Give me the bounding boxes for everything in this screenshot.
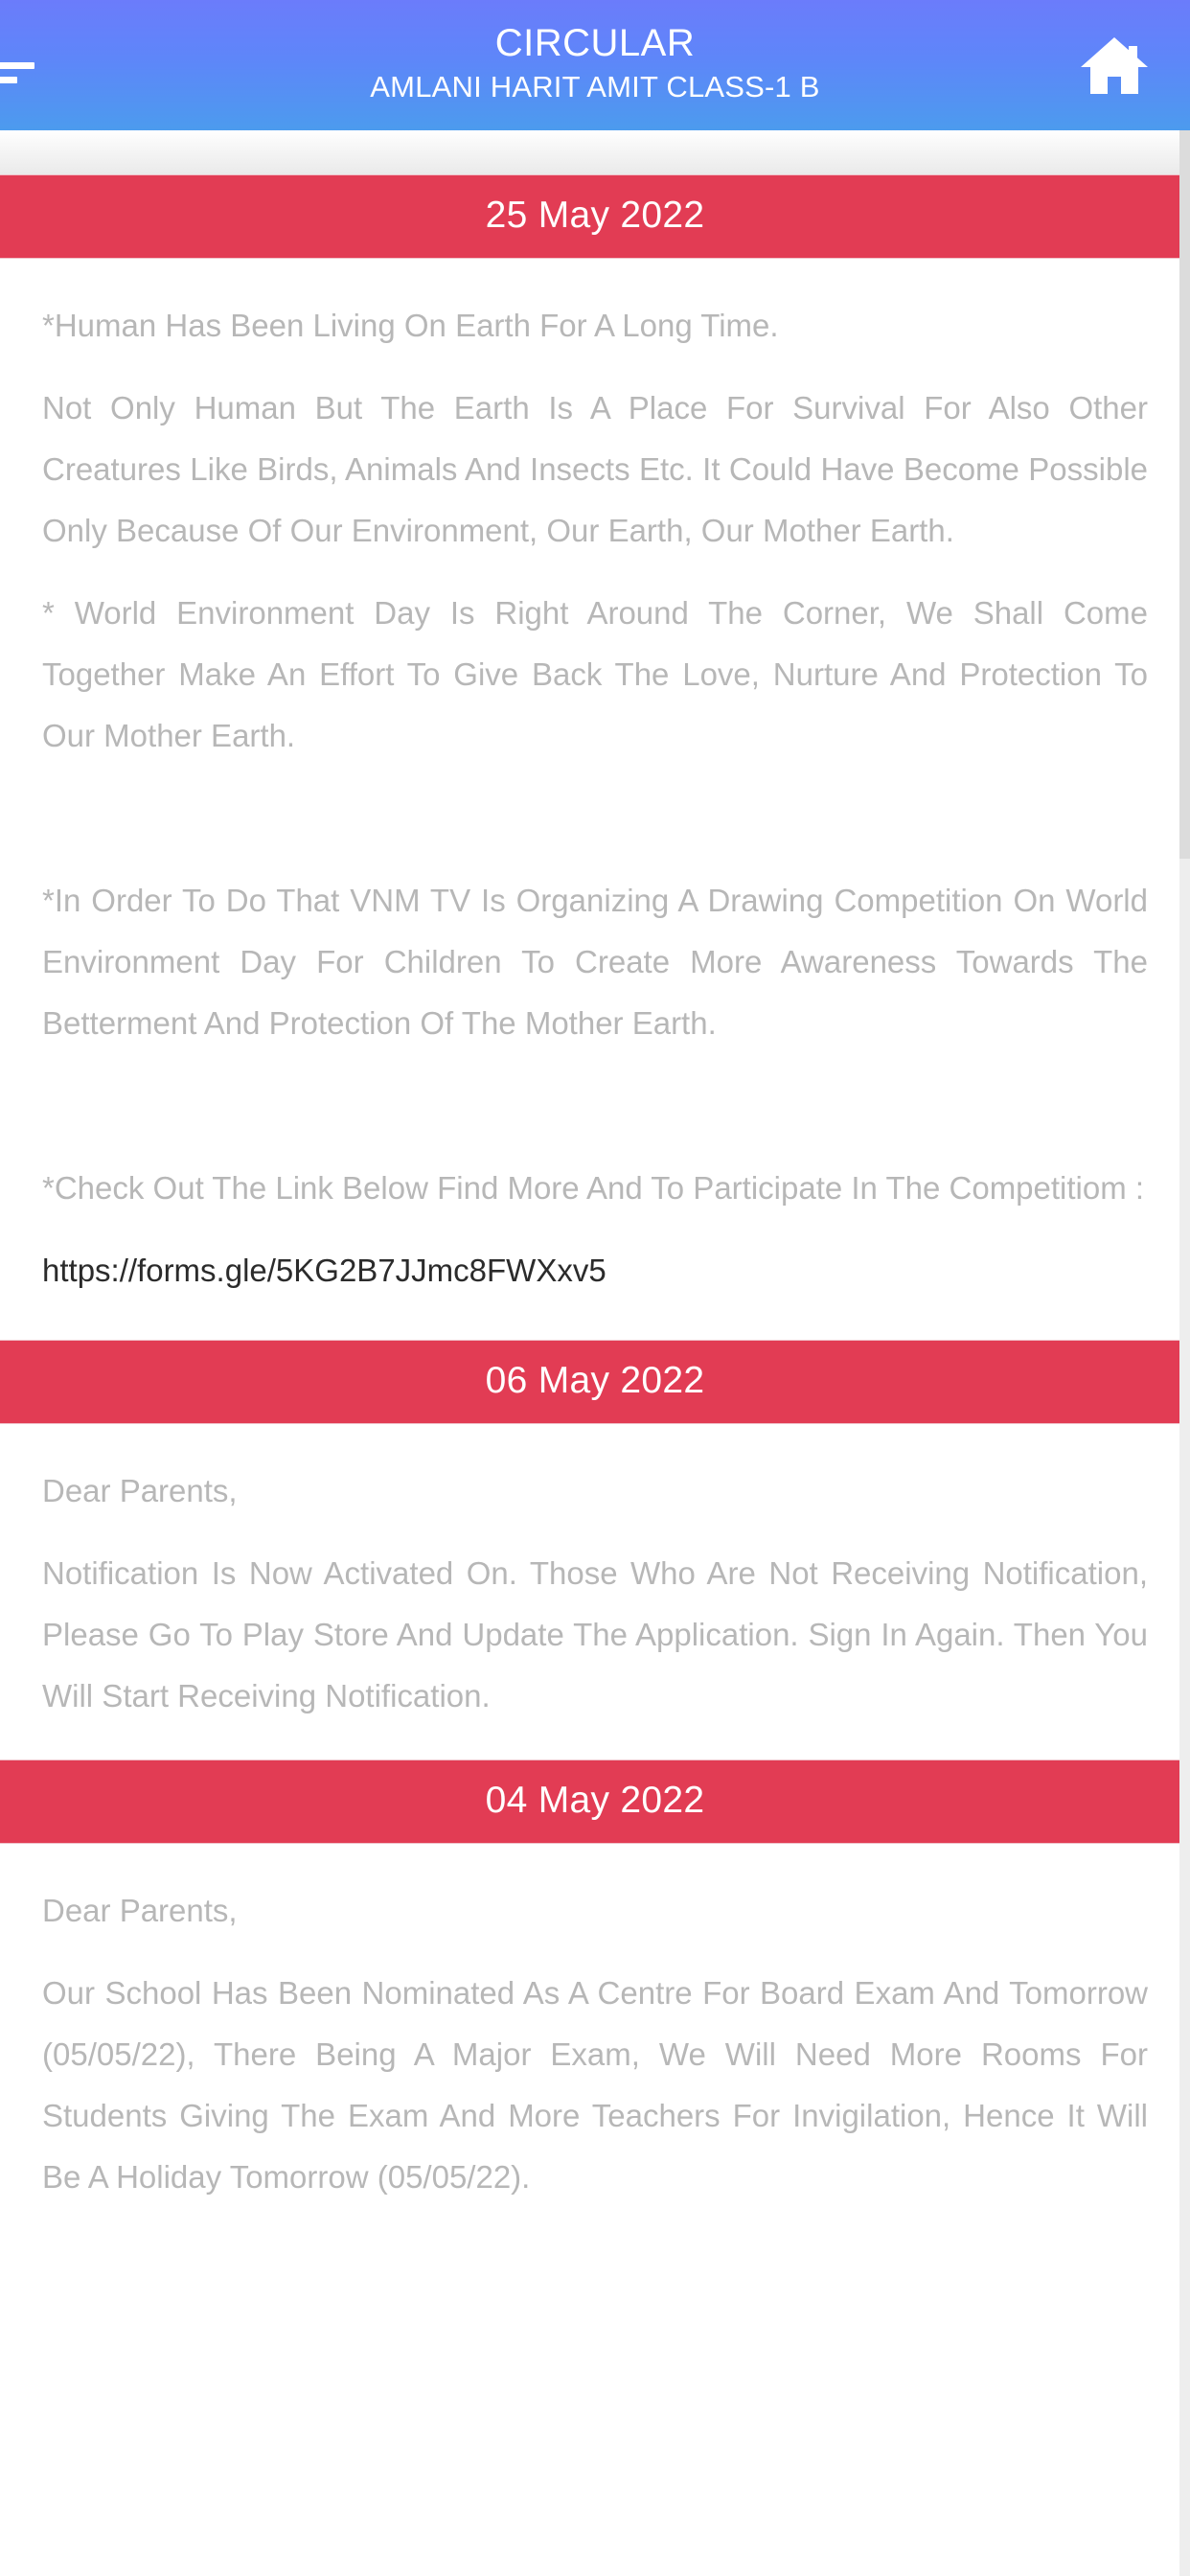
header-titles: CIRCULAR AMLANI HARIT AMIT CLASS-1 B bbox=[370, 23, 819, 107]
list-item[interactable]: 04 May 2022 Dear Parents, Our School Has… bbox=[0, 1760, 1190, 2246]
notice-paragraph: Our School Has Been Nominated As A Centr… bbox=[42, 1975, 1148, 2195]
notice-paragraph-spacer bbox=[42, 1075, 1148, 1137]
notice-paragraph: Notification Is Now Activated On. Those … bbox=[42, 1555, 1148, 1714]
top-gap-divider bbox=[0, 130, 1190, 174]
notice-paragraph: * World Environment Day Is Right Around … bbox=[42, 595, 1148, 753]
page-subtitle: AMLANI HARIT AMIT CLASS-1 B bbox=[370, 70, 820, 104]
notice-paragraph: Dear Parents, bbox=[42, 1473, 238, 1508]
notice-paragraph: *In Order To Do That VNM TV Is Organizin… bbox=[42, 883, 1148, 1041]
notice-paragraph: *Human Has Been Living On Earth For A Lo… bbox=[42, 308, 779, 343]
notice-date-header: 06 May 2022 bbox=[0, 1340, 1190, 1424]
notice-body: Dear Parents, Notification Is Now Activa… bbox=[0, 1424, 1190, 1760]
list-item[interactable]: 25 May 2022 *Human Has Been Living On Ea… bbox=[0, 174, 1190, 1340]
vertical-scrollbar[interactable] bbox=[1179, 130, 1190, 2576]
page-title: CIRCULAR bbox=[494, 22, 696, 65]
notice-body: Dear Parents, Our School Has Been Nomina… bbox=[0, 1844, 1190, 2246]
hamburger-bar-3 bbox=[0, 77, 17, 83]
scrollbar-thumb[interactable] bbox=[1179, 130, 1190, 859]
notice-date-header: 04 May 2022 bbox=[0, 1760, 1190, 1844]
notice-link[interactable]: https://forms.gle/5KG2B7JJmc8FWXxv5 bbox=[42, 1240, 1148, 1301]
hamburger-menu-icon[interactable] bbox=[0, 44, 34, 86]
list-item[interactable]: 06 May 2022 Dear Parents, Notification I… bbox=[0, 1340, 1190, 1760]
hamburger-bar-2 bbox=[0, 61, 34, 69]
notice-body: *Human Has Been Living On Earth For A Lo… bbox=[0, 259, 1190, 1340]
notice-paragraph-spacer bbox=[42, 788, 1148, 849]
app-header: CIRCULAR AMLANI HARIT AMIT CLASS-1 B bbox=[0, 0, 1190, 130]
notice-paragraph: *Check Out The Link Below Find More And … bbox=[42, 1170, 1145, 1206]
notice-paragraph: Dear Parents, bbox=[42, 1893, 238, 1928]
notices-scroll-area[interactable]: 25 May 2022 *Human Has Been Living On Ea… bbox=[0, 130, 1190, 2576]
circular-screen: CIRCULAR AMLANI HARIT AMIT CLASS-1 B 25 … bbox=[0, 0, 1190, 2576]
notice-date-header: 25 May 2022 bbox=[0, 174, 1190, 259]
home-icon[interactable] bbox=[1079, 33, 1150, 98]
notice-paragraph: Not Only Human But The Earth Is A Place … bbox=[42, 390, 1148, 548]
